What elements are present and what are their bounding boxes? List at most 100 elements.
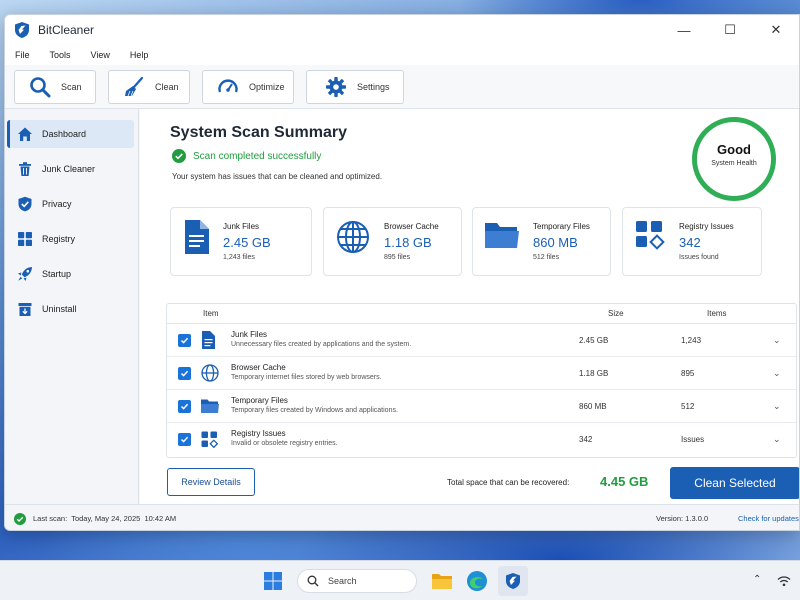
- menu-tools[interactable]: Tools: [50, 50, 71, 60]
- column-header-items: Items: [707, 309, 727, 318]
- shield-check-icon: [18, 196, 32, 212]
- gear-icon: [326, 76, 346, 97]
- row-items: Issues: [681, 435, 705, 444]
- maximize-button[interactable]: ☐: [707, 15, 753, 45]
- chevron-down-icon[interactable]: ⌄: [773, 434, 781, 445]
- sidebar-item-uninstall[interactable]: Uninstall: [7, 295, 134, 323]
- sidebar-item-junk-cleaner[interactable]: Junk Cleaner: [7, 155, 134, 183]
- card-registry-issues: Registry Issues 342 Issues found: [622, 207, 762, 276]
- menu-bar: File Tools View Help: [5, 45, 799, 65]
- menu-help[interactable]: Help: [130, 50, 149, 60]
- document-icon: [185, 220, 209, 254]
- settings-label: Settings: [357, 81, 390, 92]
- table-row[interactable]: Junk Files Unnecessary files created by …: [167, 324, 796, 357]
- sidebar: Dashboard Junk Cleaner Privacy Registry …: [5, 109, 139, 504]
- health-value: Good: [717, 142, 751, 157]
- taskbar: Search ⌃: [0, 560, 800, 600]
- sidebar-item-label: Startup: [42, 269, 72, 279]
- row-title: Browser Cache: [231, 363, 286, 372]
- scan-label: Scan: [61, 81, 82, 92]
- magnifier-icon: [30, 76, 51, 97]
- sidebar-item-dashboard[interactable]: Dashboard: [7, 120, 134, 148]
- app-logo-icon: [506, 573, 520, 589]
- chevron-down-icon[interactable]: ⌄: [773, 368, 781, 379]
- file-explorer-icon[interactable]: [431, 570, 453, 592]
- table-row[interactable]: Browser Cache Temporary internet files s…: [167, 357, 796, 390]
- title-bar: BitCleaner — ☐ ✕: [5, 15, 799, 45]
- globe-icon: [337, 221, 369, 253]
- row-size: 1.18 GB: [579, 368, 609, 378]
- recoverable-space-value: 4.45 GB: [600, 474, 649, 489]
- registry-icon: [201, 431, 218, 448]
- row-checkbox[interactable]: [178, 366, 191, 380]
- row-size: 860 MB: [579, 401, 607, 411]
- check-updates-link[interactable]: Check for updates: [738, 514, 799, 523]
- trash-icon: [19, 162, 31, 176]
- folder-icon: [485, 223, 519, 248]
- clean-label: Clean: [155, 81, 179, 92]
- card-title: Temporary Files: [533, 222, 590, 231]
- document-icon: [202, 331, 215, 349]
- card-title: Junk Files: [223, 222, 260, 231]
- sidebar-item-label: Junk Cleaner: [42, 164, 96, 174]
- toolbar: Scan Clean Optimize Settings: [5, 65, 799, 109]
- sidebar-item-startup[interactable]: Startup: [7, 260, 134, 288]
- taskbar-search-placeholder: Search: [328, 576, 357, 586]
- row-size: 342: [579, 435, 593, 444]
- row-items: 1,243: [681, 335, 702, 345]
- windows-start-icon[interactable]: [264, 572, 282, 590]
- row-description: Temporary files created by Windows and a…: [231, 407, 398, 414]
- close-button[interactable]: ✕: [753, 15, 799, 45]
- row-items: 512: [681, 401, 695, 411]
- card-value: 342: [679, 235, 701, 250]
- settings-button[interactable]: Settings: [306, 69, 404, 104]
- sidebar-item-registry[interactable]: Registry: [7, 225, 134, 253]
- table-row[interactable]: Registry Issues Invalid or obsolete regi…: [167, 423, 796, 456]
- column-header-item: Item: [203, 309, 219, 318]
- row-description: Unnecessary files created by application…: [231, 341, 412, 348]
- clean-button[interactable]: Clean: [108, 69, 190, 104]
- scan-status: Scan completed successfully: [172, 149, 321, 163]
- uninstall-box-icon: [18, 303, 32, 316]
- wifi-icon[interactable]: [777, 575, 791, 587]
- sidebar-item-privacy[interactable]: Privacy: [7, 190, 134, 218]
- card-sub: Issues found: [679, 254, 719, 261]
- row-checkbox[interactable]: [178, 433, 191, 446]
- globe-icon: [201, 364, 219, 382]
- scan-button[interactable]: Scan: [14, 69, 96, 104]
- card-sub: 512 files: [533, 254, 560, 261]
- card-title: Registry Issues: [679, 222, 734, 231]
- clean-selected-button[interactable]: Clean Selected: [670, 467, 799, 499]
- table-row[interactable]: Temporary Files Temporary files created …: [167, 390, 796, 423]
- optimize-button[interactable]: Optimize: [202, 69, 294, 104]
- chevron-down-icon[interactable]: ⌄: [773, 335, 781, 346]
- grid-icon: [18, 232, 32, 246]
- edge-browser-icon[interactable]: [466, 570, 488, 592]
- card-browser-cache: Browser Cache 1.18 GB 895 files: [323, 207, 462, 276]
- row-checkbox[interactable]: [178, 399, 191, 413]
- chevron-down-icon[interactable]: ⌄: [773, 401, 781, 412]
- checkmark-icon: [180, 337, 189, 344]
- folder-icon: [201, 399, 219, 413]
- taskbar-bitcleaner-button[interactable]: [498, 566, 528, 596]
- row-title: Junk Files: [231, 330, 268, 339]
- taskbar-search-box[interactable]: Search: [297, 569, 417, 593]
- version-text: Version: 1.3.0.0: [656, 514, 709, 523]
- menu-view[interactable]: View: [91, 50, 110, 60]
- menu-file[interactable]: File: [15, 50, 30, 60]
- summary-subtitle: Your system has issues that can be clean…: [172, 172, 383, 181]
- row-description: Invalid or obsolete registry entries.: [231, 440, 338, 447]
- sidebar-item-label: Dashboard: [42, 129, 87, 139]
- page-title: System Scan Summary: [170, 124, 347, 141]
- checkmark-icon: [180, 370, 189, 377]
- sidebar-item-label: Registry: [42, 234, 76, 244]
- chevron-up-icon[interactable]: ⌃: [753, 574, 761, 585]
- review-details-button[interactable]: Review Details: [167, 468, 255, 496]
- card-temporary-files: Temporary Files 860 MB 512 files: [472, 207, 611, 276]
- minimize-button[interactable]: —: [661, 15, 707, 45]
- card-value: 1.18 GB: [384, 235, 432, 250]
- rocket-icon: [18, 267, 32, 281]
- row-checkbox[interactable]: [178, 333, 191, 347]
- scan-results-table: Item Size Items Junk Files Unnecessary f…: [166, 303, 797, 458]
- row-description: Temporary internet files stored by web b…: [231, 374, 382, 381]
